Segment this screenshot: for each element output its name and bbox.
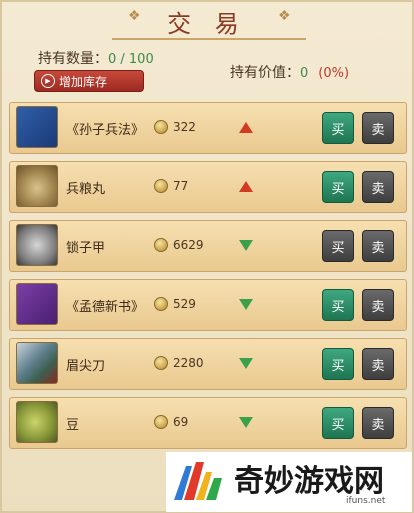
watermark-text: 奇妙游戏网 — [234, 464, 384, 499]
hold-value-percent: (0%) — [318, 66, 350, 81]
coin-icon — [154, 120, 168, 134]
add-stock-label: 增加库存 — [59, 74, 108, 89]
sell-button[interactable]: 卖 — [362, 407, 394, 439]
item-row: 眉尖刀 2280 买 卖 — [9, 338, 407, 390]
coin-icon — [154, 238, 168, 252]
sell-button[interactable]: 卖 — [362, 112, 394, 144]
coin-icon — [154, 179, 168, 193]
sell-button[interactable]: 卖 — [362, 348, 394, 380]
watermark: 奇妙游戏网 ifuns.net — [166, 452, 412, 512]
item-price: 6629 — [173, 238, 204, 252]
sell-button[interactable]: 卖 — [362, 171, 394, 203]
item-name: 眉尖刀 — [66, 359, 106, 374]
item-row: 兵粮丸 77 买 卖 — [9, 161, 407, 213]
play-icon: ▶ — [41, 74, 55, 88]
trend-down-icon — [239, 299, 253, 310]
item-price: 77 — [173, 179, 189, 193]
title-divider — [112, 38, 306, 40]
item-row: 《孙子兵法》 322 买 卖 — [9, 102, 407, 154]
item-price: 322 — [173, 120, 196, 134]
item-name: 兵粮丸 — [66, 182, 106, 197]
buy-button[interactable]: 买 — [322, 112, 354, 144]
buy-button[interactable]: 买 — [322, 230, 354, 262]
book-icon — [16, 283, 58, 325]
trend-up-icon — [239, 181, 253, 192]
armor-icon — [16, 224, 58, 266]
blade-icon — [16, 342, 58, 384]
trend-down-icon — [239, 358, 253, 369]
hold-value: 持有价值：0 (0%) — [230, 62, 349, 82]
coin-icon — [154, 415, 168, 429]
beans-icon — [16, 401, 58, 443]
item-price: 69 — [173, 415, 189, 429]
buy-button[interactable]: 买 — [322, 171, 354, 203]
trend-down-icon — [239, 417, 253, 428]
item-name: 豆 — [66, 418, 80, 433]
watermark-logo-icon — [174, 462, 222, 500]
trend-down-icon — [239, 240, 253, 251]
item-name: 《孙子兵法》 — [66, 123, 145, 138]
coin-icon — [154, 297, 168, 311]
sell-button[interactable]: 卖 — [362, 230, 394, 262]
buy-button[interactable]: 买 — [322, 348, 354, 380]
item-price: 2280 — [173, 356, 204, 370]
trend-up-icon — [239, 122, 253, 133]
hold-count-value: 0 / 100 — [108, 52, 154, 67]
hold-value-value: 0 — [300, 66, 309, 81]
item-row: 锁子甲 6629 买 卖 — [9, 220, 407, 272]
item-name: 《孟德新书》 — [66, 300, 145, 315]
book-icon — [16, 106, 58, 148]
item-row: 《孟德新书》 529 买 卖 — [9, 279, 407, 331]
sell-button[interactable]: 卖 — [362, 289, 394, 321]
add-stock-button[interactable]: ▶ 增加库存 — [34, 70, 144, 92]
buy-button[interactable]: 买 — [322, 407, 354, 439]
watermark-url: ifuns.net — [346, 496, 386, 506]
hold-value-label: 持有价值： — [230, 65, 300, 81]
hold-count: 持有数量：0 / 100 — [38, 48, 154, 68]
pouch-icon — [16, 165, 58, 207]
buy-button[interactable]: 买 — [322, 289, 354, 321]
item-price: 529 — [173, 297, 196, 311]
coin-icon — [154, 356, 168, 370]
page-title: 交 易 — [167, 10, 247, 38]
item-row: 豆 69 买 卖 — [9, 397, 407, 449]
trade-panel: ❖ ❖ 交 易 持有数量：0 / 100 ▶ 增加库存 持有价值：0 (0%) 《… — [0, 0, 414, 513]
item-name: 锁子甲 — [66, 241, 106, 256]
hold-count-label: 持有数量： — [38, 51, 108, 67]
